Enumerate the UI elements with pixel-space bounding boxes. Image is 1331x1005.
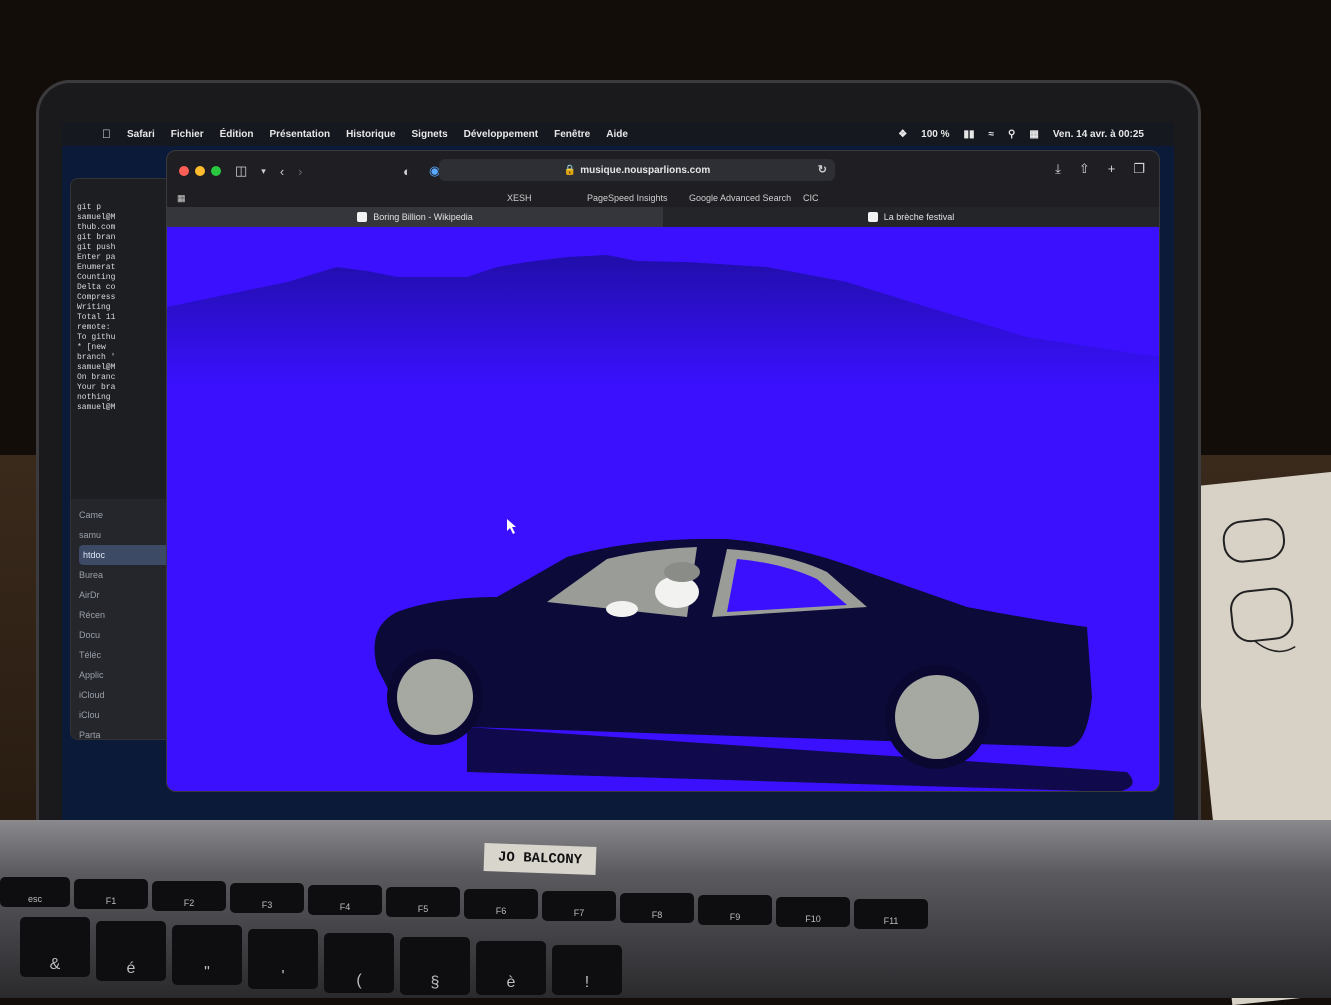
key-f7[interactable]: F7 xyxy=(542,891,616,921)
key-f10[interactable]: F10 xyxy=(776,897,850,927)
key-f1[interactable]: F1 xyxy=(74,879,148,909)
key-f9[interactable]: F9 xyxy=(698,895,772,925)
zoom-window-button[interactable] xyxy=(211,166,221,176)
dropbox-icon[interactable]: ❖ xyxy=(898,129,907,140)
site-favicon-icon xyxy=(867,212,878,222)
favorite-link[interactable]: Google Advanced Search xyxy=(689,193,791,203)
key-f6[interactable]: F6 xyxy=(464,889,538,919)
menu-historique[interactable]: Historique xyxy=(346,129,395,140)
tab-boring-billion[interactable]: Boring Billion - Wikipedia xyxy=(167,207,663,227)
key-esc[interactable]: esc xyxy=(0,877,70,907)
tab-la-breche[interactable]: La brèche festival xyxy=(663,207,1159,227)
key-6[interactable]: § xyxy=(400,937,470,995)
favorite-link[interactable]: PageSpeed Insights xyxy=(587,193,668,203)
back-arrow-icon[interactable]: ‹ xyxy=(280,164,284,179)
menu-edition[interactable]: Édition xyxy=(220,129,254,140)
menu-developpement[interactable]: Développement xyxy=(464,129,538,140)
key-1[interactable]: & xyxy=(20,917,90,977)
battery-percent: 100 % xyxy=(921,128,950,140)
battery-icon[interactable]: ▮▮ xyxy=(964,129,975,140)
favorites-bar: ▦ XESH PageSpeed Insights Google Advance… xyxy=(167,191,1159,207)
chevron-down-icon[interactable]: ▾ xyxy=(261,166,266,177)
apple-logo-icon[interactable]:  xyxy=(102,127,111,141)
address-bar[interactable]: 🔒 musique.nousparlions.com ↻ xyxy=(439,159,835,181)
close-window-button[interactable] xyxy=(179,166,189,176)
wifi-icon[interactable]: ≈ xyxy=(989,129,995,140)
minimize-window-button[interactable] xyxy=(195,166,205,176)
menubar:  Safari Fichier Édition Présentation Hi… xyxy=(62,122,1174,146)
sticker-label: JO BALCONY xyxy=(483,843,597,875)
menu-fichier[interactable]: Fichier xyxy=(171,129,204,140)
screen:  Safari Fichier Édition Présentation Hi… xyxy=(62,122,1174,822)
key-4[interactable]: ' xyxy=(248,929,318,989)
rear-wheel xyxy=(895,675,979,759)
wikipedia-favicon-icon xyxy=(357,212,368,222)
mountain-silhouette xyxy=(167,255,1159,387)
key-f3[interactable]: F3 xyxy=(230,883,304,913)
key-f4[interactable]: F4 xyxy=(308,885,382,915)
key-f11[interactable]: F11 xyxy=(854,899,928,929)
key-3[interactable]: " xyxy=(172,925,242,985)
privacy-shield-icon[interactable]: ◐ xyxy=(403,164,411,179)
menubar-clock[interactable]: Ven. 14 avr. à 00:25 xyxy=(1053,129,1144,140)
favorite-link[interactable]: XESH xyxy=(507,193,532,203)
lock-icon: 🔒 xyxy=(563,164,577,176)
control-center-icon[interactable]: ▦ xyxy=(1029,129,1038,140)
forward-arrow-icon[interactable]: › xyxy=(298,164,302,179)
safari-toolbar: ◫ ▾ ‹ › ◐ ◉ 🔒 musique.nousparlions.com ↻… xyxy=(167,151,1159,191)
new-tab-icon[interactable]: + xyxy=(1108,161,1116,177)
sidebar-toggle-icon[interactable]: ◫ xyxy=(235,163,247,179)
key-f2[interactable]: F2 xyxy=(152,881,226,911)
key-7[interactable]: è xyxy=(476,941,546,995)
keyboard: esc F1 F2 F3 F4 F5 F6 F7 F8 F9 F10 F11 &… xyxy=(0,875,1331,998)
menu-aide[interactable]: Aide xyxy=(606,129,628,140)
url-text[interactable]: musique.nousparlions.com xyxy=(580,165,710,176)
key-f5[interactable]: F5 xyxy=(386,887,460,917)
download-icon[interactable]: ⤓ xyxy=(1055,161,1061,177)
safari-window[interactable]: ◫ ▾ ‹ › ◐ ◉ 🔒 musique.nousparlions.com ↻… xyxy=(166,150,1160,792)
mouse-cursor-icon xyxy=(507,519,516,534)
tab-bar: Boring Billion - Wikipedia La brèche fes… xyxy=(167,207,1159,227)
driver-arm xyxy=(606,601,638,617)
front-wheel xyxy=(397,659,473,735)
tab-overview-icon[interactable]: ❐ xyxy=(1133,161,1145,177)
driver-hat xyxy=(664,562,700,582)
reload-icon[interactable]: ↻ xyxy=(818,163,827,176)
menu-safari[interactable]: Safari xyxy=(127,129,155,140)
tab-label: La brèche festival xyxy=(883,212,955,222)
window-controls xyxy=(179,166,221,176)
share-icon[interactable]: ⇧ xyxy=(1079,161,1090,177)
menu-presentation[interactable]: Présentation xyxy=(269,129,330,140)
favorites-grid-icon[interactable]: ▦ xyxy=(177,193,186,204)
key-5[interactable]: ( xyxy=(324,933,394,993)
key-f8[interactable]: F8 xyxy=(620,893,694,923)
tab-label: Boring Billion - Wikipedia xyxy=(373,212,473,222)
car-illustration xyxy=(167,255,1159,791)
favorite-link[interactable]: CIC xyxy=(803,193,819,203)
menu-signets[interactable]: Signets xyxy=(412,129,448,140)
key-2[interactable]: é xyxy=(96,921,166,981)
spotlight-search-icon[interactable]: ⚲ xyxy=(1008,129,1015,140)
key-8[interactable]: ! xyxy=(552,945,622,995)
page-content[interactable] xyxy=(167,227,1159,791)
menu-fenetre[interactable]: Fenêtre xyxy=(554,129,590,140)
